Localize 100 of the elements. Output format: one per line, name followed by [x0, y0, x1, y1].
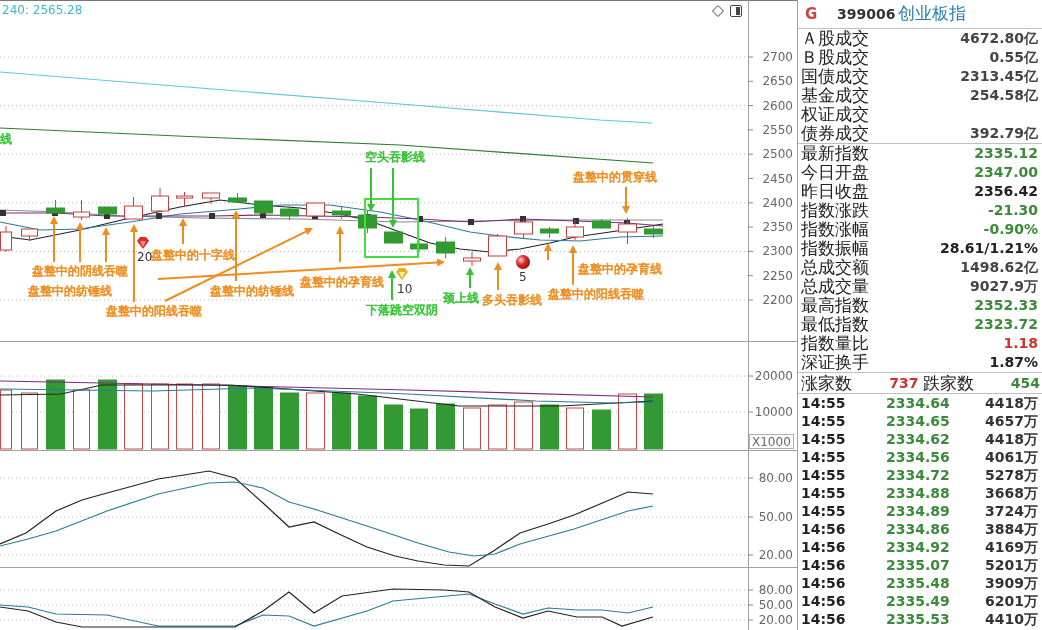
candlestick — [228, 192, 247, 204]
tick-time: 14:55 — [801, 411, 847, 431]
candlestick — [73, 199, 90, 221]
candlestick — [124, 196, 143, 220]
volume-bar — [358, 395, 377, 450]
stat-label: 总成交量 — [801, 277, 869, 296]
stat-value: 9027.9万 — [969, 277, 1038, 296]
stat-value: 2335.12 — [974, 144, 1038, 163]
annotation-arrow — [544, 243, 552, 261]
tick-volume: 4418万 — [984, 393, 1038, 413]
tick-time: 14:56 — [801, 519, 847, 539]
volume-bar — [46, 379, 65, 450]
volume-bar — [644, 393, 663, 450]
tick-volume: 5201万 — [984, 555, 1038, 575]
candlestick — [463, 251, 481, 267]
annotation-label: 盘整中的孕育线 — [300, 275, 384, 289]
diamond-icon[interactable] — [712, 5, 724, 17]
stat-label: 最高指数 — [801, 296, 869, 315]
stat-value: 254.58亿 — [969, 86, 1038, 105]
axis-label: 2500 — [762, 147, 793, 162]
volume-bar — [514, 401, 533, 450]
stat-label: 最低指数 — [801, 315, 869, 334]
tick-volume: 4169万 — [984, 537, 1038, 557]
stat-value: 1.87% — [989, 353, 1038, 372]
annotation-label: 盘整中的纺锤线 — [210, 284, 294, 298]
stat-label: 最新指数 — [801, 144, 869, 163]
volume-bar — [73, 389, 90, 450]
volume-bar — [463, 407, 481, 450]
axis-label: 2400 — [762, 195, 793, 210]
tick-time: 14:55 — [801, 465, 847, 485]
stat-value: -21.30 — [987, 201, 1038, 220]
tick-time: 14:56 — [801, 573, 847, 593]
annotation-label: 颈上线 — [443, 291, 479, 305]
stat-value: 2347.00 — [974, 163, 1038, 182]
candlestick — [488, 233, 507, 257]
axis-label: 2650 — [762, 74, 793, 89]
tick-time: 14:55 — [801, 483, 847, 503]
axis-label: 80.00 — [758, 583, 793, 597]
tick-price: 2334.88 — [886, 483, 950, 503]
stat-value: 1.18 — [1003, 334, 1038, 353]
tick-volume: 4418万 — [984, 429, 1038, 449]
annotation-arrow — [367, 167, 375, 212]
volume-bar — [306, 392, 325, 450]
highlight-box — [364, 198, 419, 258]
stat-value: 4672.80亿 — [960, 29, 1038, 48]
stat-value: -0.90% — [983, 220, 1038, 239]
stat-label: 指数振幅 — [801, 239, 869, 258]
annotation-arrow — [466, 267, 474, 289]
candlestick — [254, 200, 273, 214]
axis-label: 20.00 — [758, 548, 793, 562]
annotation-label: 线 — [0, 132, 12, 146]
stat-label: 昨日收盘 — [801, 182, 869, 201]
annotation-label: 盘整中的十字线 — [151, 248, 235, 262]
tick-price: 2335.49 — [886, 591, 950, 611]
tick-time: 14:55 — [801, 447, 847, 467]
volume-bar — [618, 393, 637, 450]
tick-price: 2335.48 — [886, 573, 950, 593]
gem-icon — [396, 268, 408, 280]
stat-label: 债券成交 — [801, 124, 869, 143]
tick-time: 14:56 — [801, 609, 847, 629]
annotation-label: 盘整中的孕育线 — [578, 262, 662, 276]
annotation-label: 下落跳空双阴 — [366, 303, 438, 317]
tick-price: 2334.86 — [886, 519, 950, 539]
gem-icon — [137, 237, 149, 249]
annotation-label: 盘整中的贯穿线 — [573, 170, 657, 184]
tick-price: 2334.89 — [886, 501, 950, 521]
axis-label: 2450 — [762, 171, 793, 186]
volume-bar — [436, 403, 455, 450]
stat-label: 指数涨跌 — [801, 201, 869, 220]
annotation-arrow — [389, 167, 397, 228]
stat-label: 国债成交 — [801, 67, 869, 86]
candlestick — [332, 206, 351, 220]
annotation-label: 盘整中的阳线吞噬 — [106, 304, 202, 318]
annotation-arrow — [50, 216, 58, 263]
tick-volume: 4410万 — [984, 609, 1038, 629]
candlestick — [436, 236, 455, 259]
stat-value: 1498.62亿 — [960, 258, 1038, 277]
axis-label: 2350 — [762, 220, 793, 235]
tick-volume: 3668万 — [984, 483, 1038, 503]
panel-toggle-icon[interactable] — [730, 5, 742, 17]
candlestick — [514, 218, 533, 239]
index-name: 创业板指 — [898, 2, 967, 26]
stat-label: Ａ股成交 — [801, 29, 869, 48]
annotation-label: 多头吞影线 — [482, 293, 542, 307]
stat-label: Ｂ股成交 — [801, 48, 869, 67]
volume-bar — [151, 383, 169, 450]
candlestick — [176, 191, 193, 207]
axis-label: 20.00 — [758, 613, 793, 627]
annotation-label: 空头吞影线 — [365, 150, 425, 164]
candlestick — [618, 217, 637, 245]
volume-bar — [98, 379, 117, 450]
volume-bar — [566, 407, 584, 450]
candlestick — [21, 228, 38, 242]
candlestick — [566, 219, 584, 241]
index-code: 399006 — [837, 4, 896, 24]
advancers-label: 涨家数 — [801, 373, 852, 393]
axis-label: 80.00 — [758, 471, 793, 485]
candlestick — [98, 206, 117, 215]
stat-label: 深证换手 — [801, 353, 869, 372]
volume-bar — [384, 404, 403, 450]
